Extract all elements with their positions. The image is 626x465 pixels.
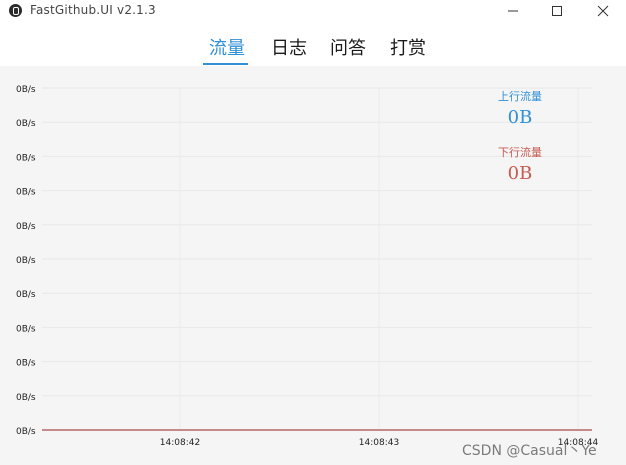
traffic-chart-panel: 0B/s 0B/s 0B/s 0B/s 0B/s 0B/s 0B/s 0B/s 0B/s 0B/s… <box>0 66 626 465</box>
active-tab-indicator <box>203 63 248 65</box>
y-tick-label: 0B/s <box>16 324 36 334</box>
title-bar[interactable]: FastGithub.UI v2.1.3 <box>0 0 626 22</box>
tab-traffic[interactable]: 流量 <box>209 34 245 60</box>
csdn-watermark: CSDN @Casual丶Ye <box>462 443 597 459</box>
close-button[interactable] <box>580 0 626 22</box>
tab-faq[interactable]: 问答 <box>330 34 366 60</box>
x-tick-label: 14:08:42 <box>160 438 200 448</box>
download-legend-value: 0B <box>507 163 533 184</box>
tab-bar: 流量 日志 问答 打赏 <box>0 24 626 66</box>
y-tick-label: 0B/s <box>16 119 36 129</box>
download-legend-label: 下行流量 <box>498 146 542 159</box>
upload-legend-label: 上行流量 <box>498 90 542 103</box>
minimize-button[interactable] <box>490 0 536 22</box>
close-icon <box>597 5 609 17</box>
y-tick-label: 0B/s <box>16 85 36 95</box>
window-title: FastGithub.UI v2.1.3 <box>30 3 156 17</box>
y-tick-label: 0B/s <box>16 222 36 232</box>
y-tick-label: 0B/s <box>16 153 36 163</box>
app-window: FastGithub.UI v2.1.3 流量 日志 问答 打赏 0B/s 0B/… <box>0 0 626 465</box>
upload-legend-value: 0B <box>507 107 533 128</box>
tab-donate[interactable]: 打赏 <box>390 34 426 60</box>
y-tick-label: 0B/s <box>16 359 36 369</box>
y-tick-label: 0B/s <box>16 188 36 198</box>
x-tick-label: 14:08:43 <box>359 438 399 448</box>
y-tick-label: 0B/s <box>16 290 36 300</box>
y-tick-label: 0B/s <box>16 427 36 437</box>
y-tick-label: 0B/s <box>16 393 36 403</box>
maximize-icon <box>552 6 562 16</box>
tab-logs[interactable]: 日志 <box>271 34 307 60</box>
y-tick-label: 0B/s <box>16 256 36 266</box>
minimize-icon <box>508 10 518 12</box>
app-logo-icon <box>9 4 22 17</box>
maximize-button[interactable] <box>534 0 580 22</box>
